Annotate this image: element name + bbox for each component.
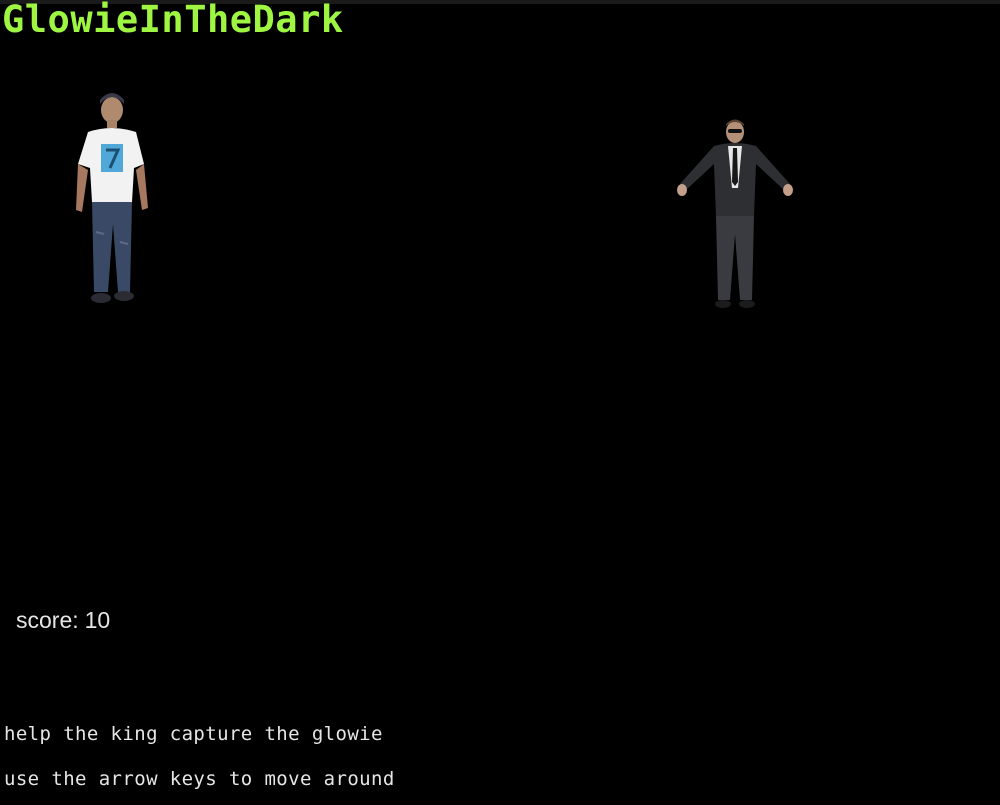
score-label: score: [16, 607, 79, 633]
score-value: 10 [84, 607, 111, 633]
instruction-controls: use the arrow keys to move around [4, 768, 395, 790]
king-sprite [76, 93, 148, 303]
score-display: score: 10 [16, 607, 110, 634]
game-title: GlowieInTheDark [2, 0, 344, 41]
glowie-sprite [677, 119, 793, 308]
instruction-objective: help the king capture the glowie [4, 723, 383, 745]
